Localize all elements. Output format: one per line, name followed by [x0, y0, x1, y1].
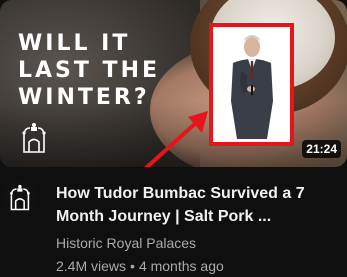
channel-name-link[interactable]: Historic Royal Palaces	[56, 234, 196, 252]
palace-crest-icon	[10, 184, 30, 211]
headline-line: WINTER?	[18, 85, 150, 110]
view-count: 2.4M views	[56, 258, 127, 274]
video-title-line: Month Journey | Salt Pork ...	[56, 208, 272, 225]
palace-crest-icon	[22, 123, 46, 153]
video-metadata: 2.4M views • 4 months ago	[56, 257, 224, 275]
thumbnail-headline: WILL IT LAST THE WINTER?	[18, 30, 161, 111]
video-card[interactable]: WILL IT LAST THE WINTER? 21:24 How Tudor…	[0, 0, 347, 277]
person-inset-image	[209, 23, 294, 146]
video-thumbnail[interactable]: WILL IT LAST THE WINTER? 21:24	[0, 0, 347, 167]
headline-line: LAST THE	[18, 58, 161, 83]
channel-avatar[interactable]	[2, 181, 38, 217]
red-arrow-icon	[144, 111, 208, 167]
video-duration-badge: 21:24	[302, 140, 341, 158]
man-in-suit-image	[231, 35, 273, 139]
video-title[interactable]: How Tudor Bumbac Survived a 7 Month Jour…	[56, 182, 342, 228]
upload-age: 4 months ago	[138, 258, 224, 274]
meta-separator: •	[130, 258, 135, 274]
video-title-line: How Tudor Bumbac Survived a 7	[56, 185, 305, 202]
headline-line: WILL IT	[18, 31, 131, 56]
